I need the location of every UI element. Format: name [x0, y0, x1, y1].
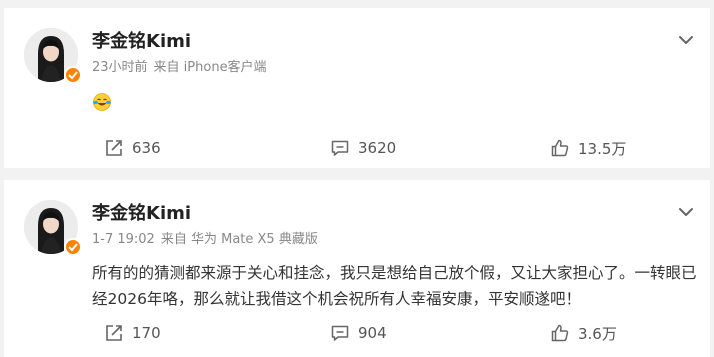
- username[interactable]: 李金铭Kimi: [92, 30, 191, 54]
- post-actions: 170 904 3.6万: [4, 321, 710, 345]
- avatar[interactable]: [24, 28, 82, 84]
- weibo-post-card: 李金铭Kimi 1-7 19:02 来自 华为 Mate X5 典藏版 所有的的猜…: [4, 180, 710, 357]
- chevron-down-icon[interactable]: [676, 202, 696, 222]
- like-button[interactable]: 3.6万: [550, 321, 617, 345]
- post-time[interactable]: 23小时前: [92, 60, 148, 75]
- repost-button[interactable]: 636: [104, 136, 161, 160]
- avatar[interactable]: [24, 200, 82, 256]
- verified-badge-icon: [64, 238, 82, 256]
- post-source: 来自 华为 Mate X5 典藏版: [160, 232, 318, 247]
- laughing-crying-emoji-icon: [92, 92, 112, 112]
- repost-icon: [106, 325, 122, 341]
- thumbs-up-icon: [551, 139, 569, 157]
- comment-button[interactable]: 3620: [330, 136, 396, 160]
- comment-button[interactable]: 904: [330, 321, 387, 345]
- repost-icon: [106, 140, 122, 156]
- comment-icon: [331, 140, 349, 156]
- repost-count: 636: [132, 139, 161, 157]
- post-meta: 23小时前 来自 iPhone客户端: [92, 59, 273, 77]
- comment-count: 3620: [358, 139, 397, 157]
- weibo-post-card: 李金铭Kimi 23小时前 来自 iPhone客户端 636 3620 13.5万: [4, 8, 710, 168]
- like-button[interactable]: 13.5万: [550, 136, 626, 160]
- post-actions: 636 3620 13.5万: [4, 136, 710, 160]
- post-text: 所有的的猜测都来源于关心和挂念，我只是想给自己放个假，又让大家担心了。一转眼已经…: [92, 264, 697, 308]
- thumbs-up-icon: [551, 324, 569, 342]
- username[interactable]: 李金铭Kimi: [92, 202, 191, 226]
- repost-button[interactable]: 170: [104, 321, 161, 345]
- repost-count: 170: [132, 324, 161, 342]
- post-meta: 1-7 19:02 来自 华为 Mate X5 典藏版: [92, 231, 324, 249]
- chevron-down-icon[interactable]: [676, 30, 696, 50]
- comment-count: 904: [358, 324, 387, 342]
- comment-icon: [331, 325, 349, 341]
- like-count: 13.5万: [578, 139, 627, 158]
- like-count: 3.6万: [578, 324, 617, 343]
- post-source: 来自 iPhone客户端: [153, 60, 267, 75]
- post-time[interactable]: 1-7 19:02: [92, 232, 155, 247]
- verified-badge-icon: [64, 66, 82, 84]
